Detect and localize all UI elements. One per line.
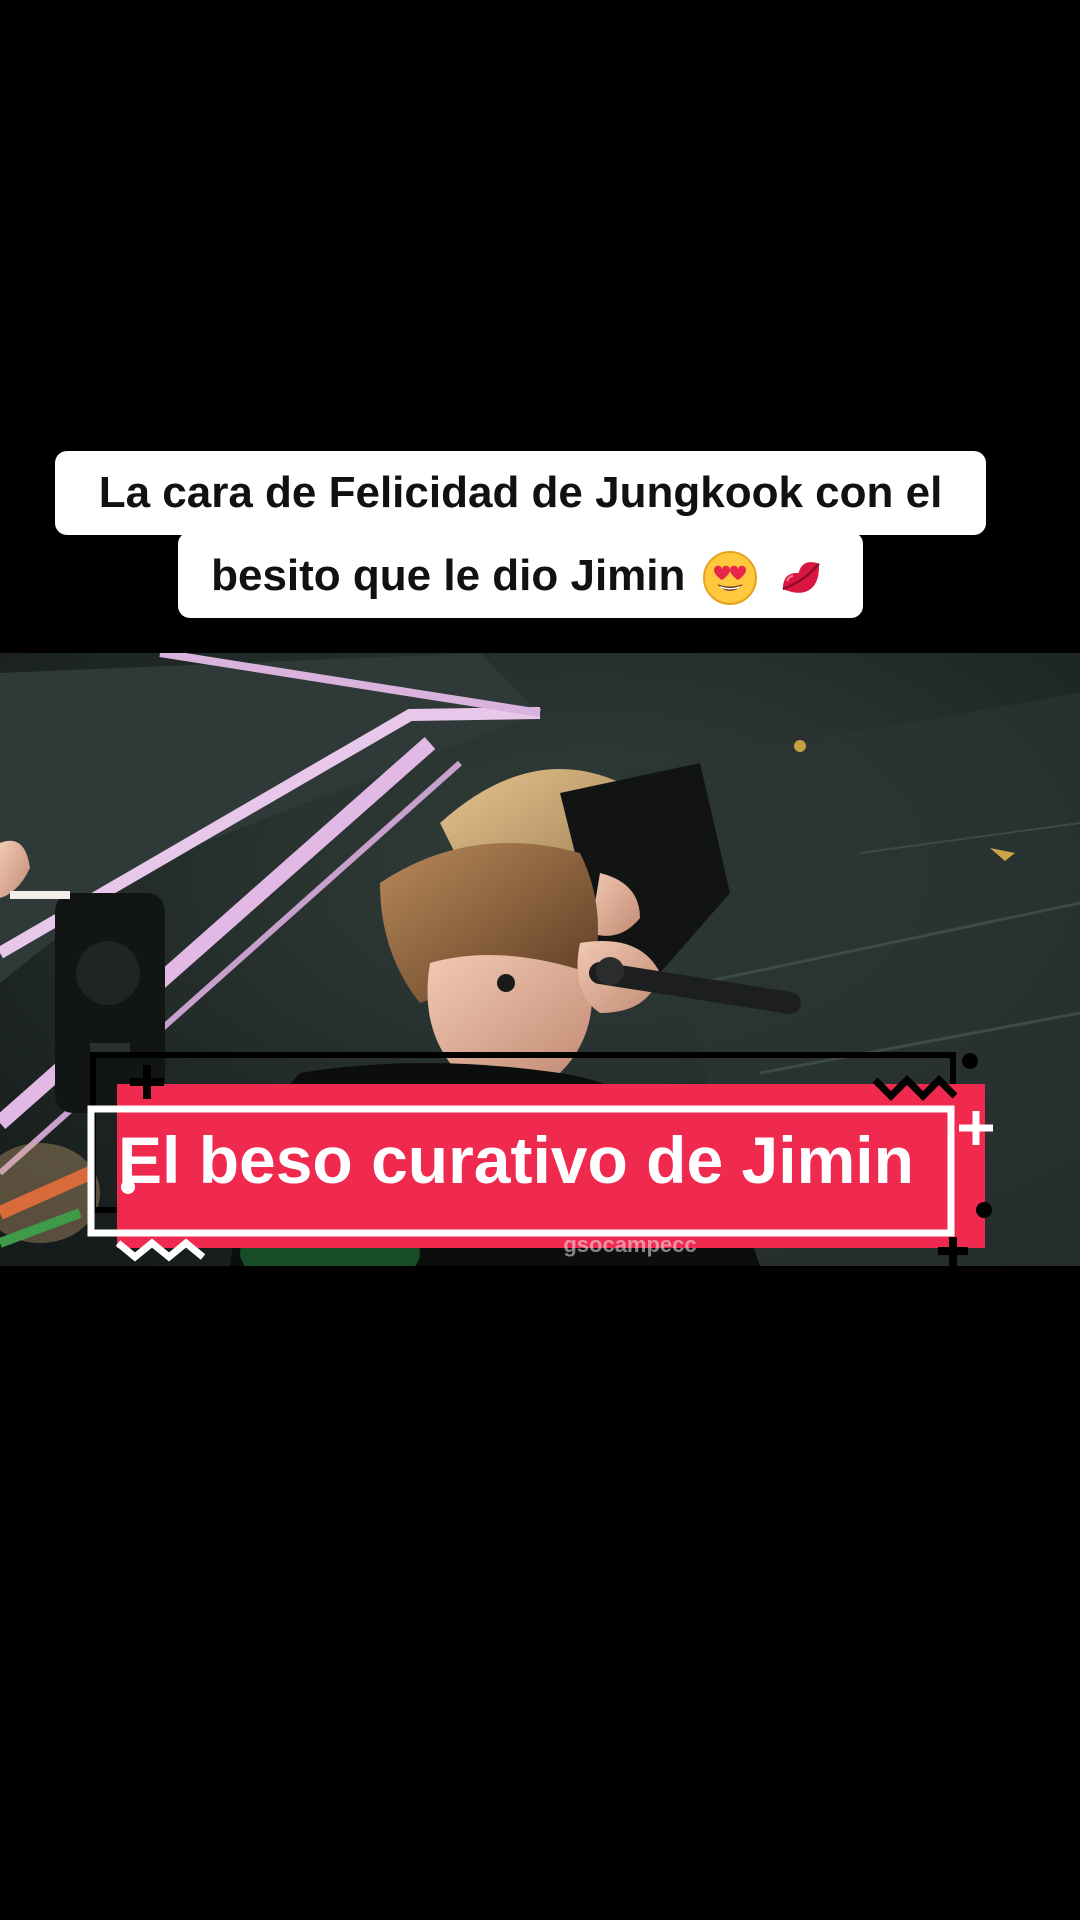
heart-eyes-emoji-icon bbox=[702, 551, 757, 606]
video-watermark: gsocampecc bbox=[563, 1232, 697, 1257]
kiss-mark-emoji-icon bbox=[782, 562, 820, 594]
caption-text-2: besito que le dio Jimin bbox=[211, 551, 686, 600]
banner-title: El beso curativo de Jimin bbox=[118, 1123, 914, 1197]
caption-line-2: besito que le dio Jimin bbox=[178, 532, 863, 618]
caption-line-1: La cara de Felicidad de Jungkook con el bbox=[55, 451, 986, 535]
tiktok-screen: La cara de Felicidad de Jungkook con el … bbox=[0, 0, 1080, 1920]
caption-text-1: La cara de Felicidad de Jungkook con el bbox=[98, 468, 943, 517]
